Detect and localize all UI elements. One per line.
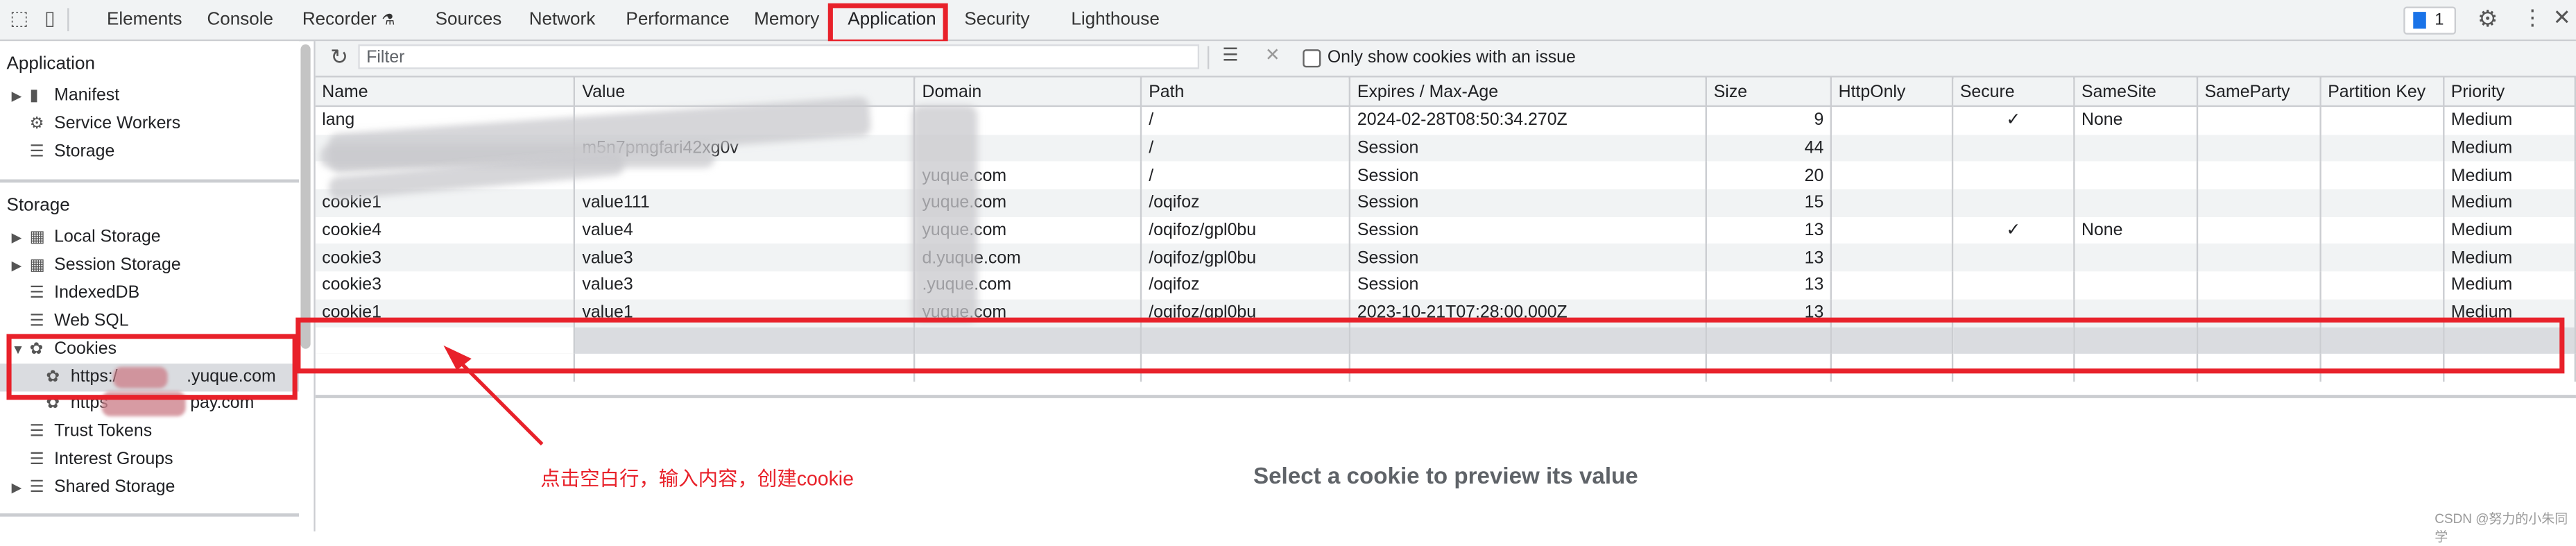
annotation-arrow-head	[443, 345, 472, 370]
annotation-text: 点击空白行，输入内容，创建cookie	[540, 467, 854, 490]
annotation-arrow-shaft	[458, 360, 544, 446]
watermark: CSDN @努力的小朱同学	[2435, 511, 2568, 545]
annotation-arrow	[443, 345, 544, 446]
